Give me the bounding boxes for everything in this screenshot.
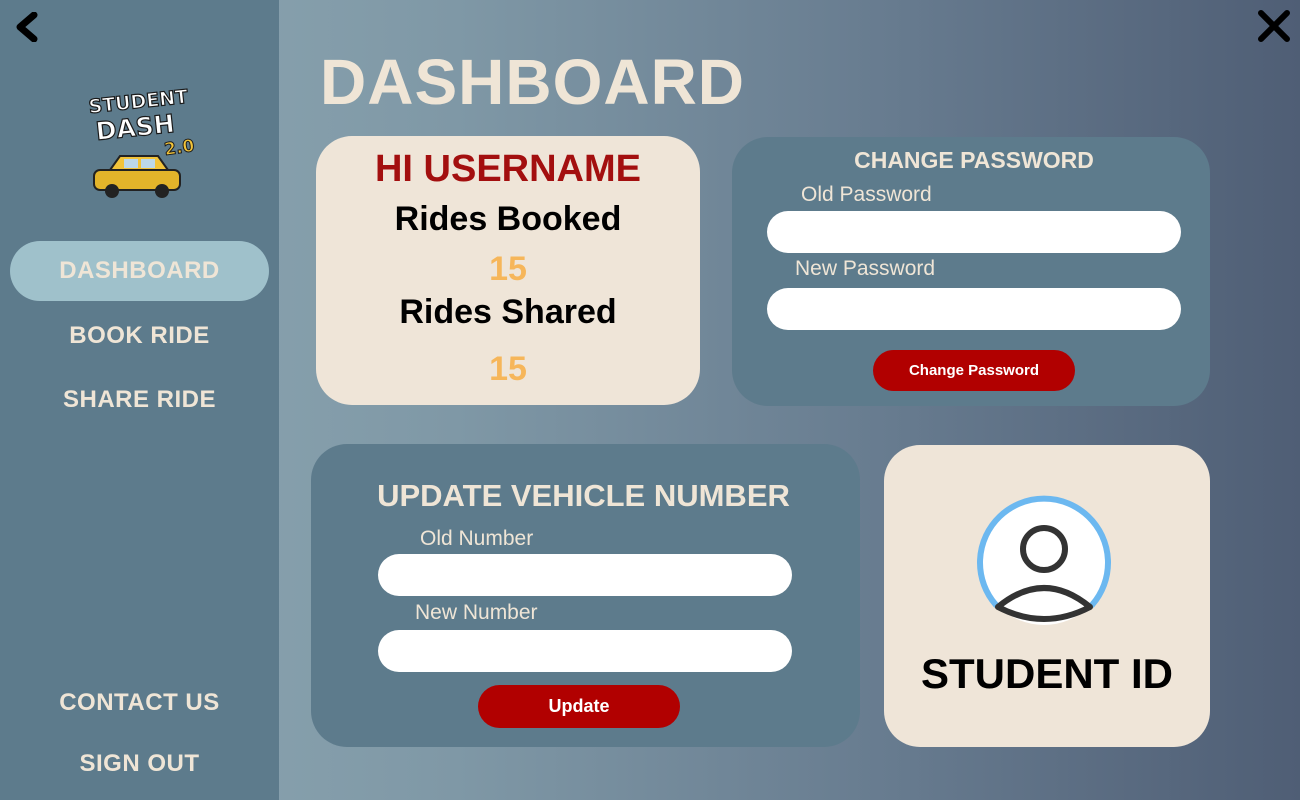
page-title: DASHBOARD — [320, 46, 745, 118]
greeting-text: HI USERNAME — [374, 148, 642, 190]
sidebar-item-label: SIGN OUT — [79, 750, 200, 777]
new-number-label: New Number — [415, 601, 538, 624]
sidebar-item-share-ride[interactable]: SHARE RIDE — [10, 370, 269, 430]
sidebar-item-label: CONTACT US — [59, 689, 220, 716]
sidebar-item-label: BOOK RIDE — [69, 322, 210, 349]
user-avatar-icon — [977, 495, 1111, 625]
rides-booked-value: 15 — [489, 250, 527, 288]
update-button[interactable]: Update — [478, 685, 680, 728]
sidebar-item-book-ride[interactable]: BOOK RIDE — [10, 306, 269, 366]
new-password-field[interactable] — [767, 288, 1181, 330]
old-number-field[interactable] — [378, 554, 792, 596]
sidebar: STUDENT DASH 2.0 DASHBOARD BOOK RIDE SHA… — [0, 0, 279, 800]
sidebar-item-sign-out[interactable]: SIGN OUT — [10, 734, 269, 794]
old-password-label: Old Password — [801, 183, 932, 206]
sidebar-item-contact-us[interactable]: CONTACT US — [10, 673, 269, 733]
close-icon[interactable] — [1256, 8, 1292, 44]
sidebar-item-dashboard[interactable]: DASHBOARD — [10, 241, 269, 301]
update-vehicle-card: UPDATE VEHICLE NUMBER Old Number New Num… — [311, 444, 860, 747]
old-number-label: Old Number — [420, 527, 534, 550]
rides-shared-label: Rides Shared — [399, 293, 617, 331]
student-id-card — [884, 445, 1210, 747]
change-password-title: CHANGE PASSWORD — [854, 147, 1094, 173]
rides-booked-label: Rides Booked — [394, 200, 622, 238]
new-number-field[interactable] — [378, 630, 792, 672]
student-id-label: STUDENT ID — [921, 650, 1173, 697]
change-password-card: CHANGE PASSWORD Old Password New Passwor… — [732, 137, 1210, 406]
update-vehicle-title: UPDATE VEHICLE NUMBER — [377, 478, 790, 513]
new-password-label: New Password — [795, 257, 936, 280]
greeting-card: HI USERNAME Rides Booked 15 Rides Shared… — [316, 136, 700, 405]
old-password-field[interactable] — [767, 211, 1181, 253]
rides-shared-value: 15 — [489, 350, 527, 388]
change-password-button[interactable]: Change Password — [873, 350, 1075, 391]
chevron-left-icon[interactable] — [14, 12, 42, 42]
student-dash-logo: STUDENT DASH 2.0 — [87, 85, 196, 198]
sidebar-item-label: SHARE RIDE — [62, 386, 217, 413]
sidebar-item-label: DASHBOARD — [59, 257, 220, 284]
logo-text-version: 2.0 — [163, 136, 196, 160]
